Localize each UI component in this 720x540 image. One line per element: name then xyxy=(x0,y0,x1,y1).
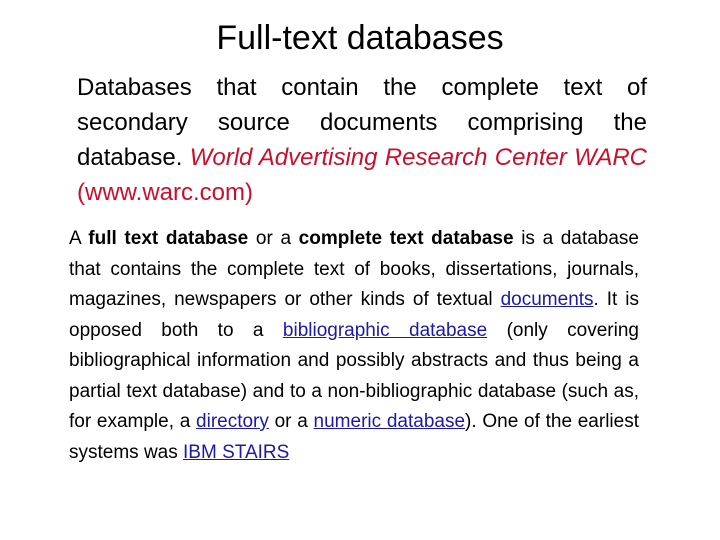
slide-title: Full-text databases xyxy=(216,19,504,57)
term-full-text-database: full text database xyxy=(88,228,249,249)
link-documents[interactable]: documents xyxy=(501,289,594,310)
link-numeric-database[interactable]: numeric database xyxy=(314,411,466,432)
link-database[interactable]: database xyxy=(409,320,487,341)
warc-url: (www.warc.com) xyxy=(77,179,254,206)
body-text: or a xyxy=(268,411,314,432)
body-text: or a xyxy=(248,228,299,249)
definition-paragraph: Databases that contain the complete text… xyxy=(77,70,647,210)
body-text: A xyxy=(69,228,89,249)
term-complete-text-database: complete text database xyxy=(298,228,514,249)
link-ibm-stairs[interactable]: IBM STAIRS xyxy=(183,442,289,463)
link-bibliographic[interactable]: bibliographic xyxy=(283,320,409,341)
warc-name: World Advertising Research Center WARC xyxy=(189,144,647,171)
link-directory[interactable]: directory xyxy=(196,411,269,432)
body-paragraph: A full text database or a complete text … xyxy=(69,224,639,468)
